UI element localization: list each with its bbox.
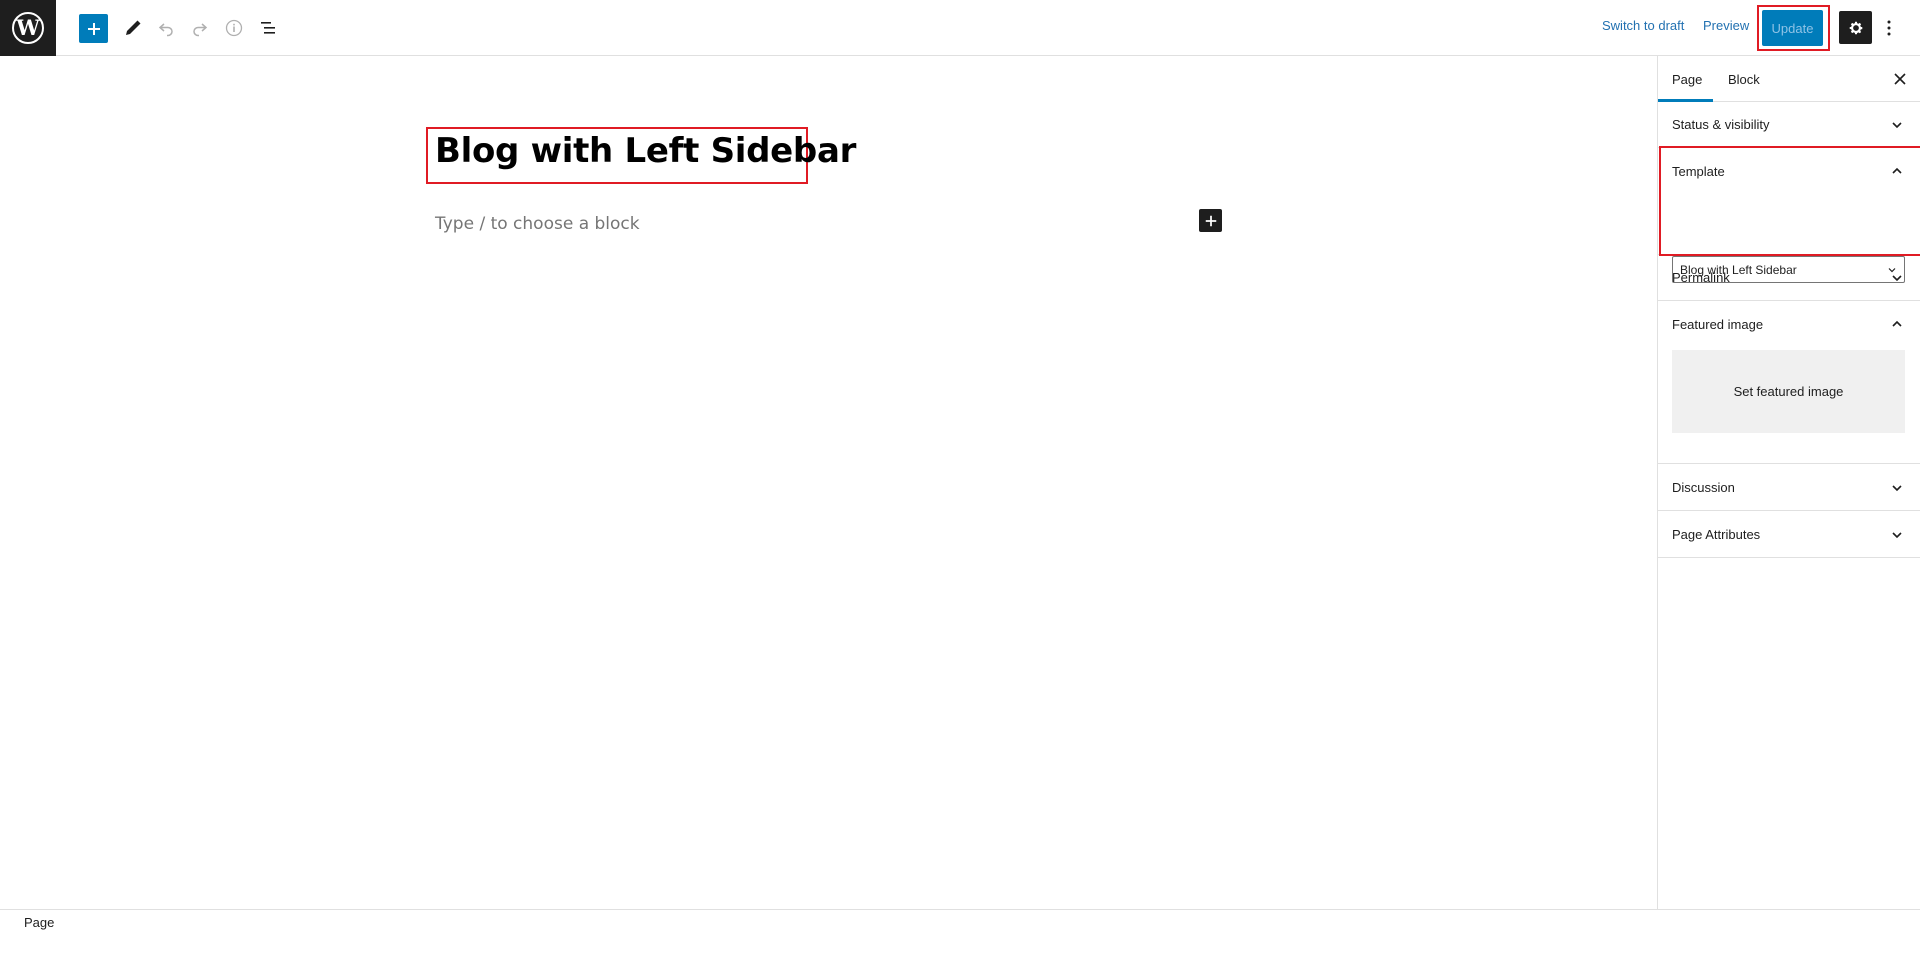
- wordpress-icon[interactable]: W: [0, 0, 56, 56]
- panel-title: Discussion: [1672, 480, 1735, 495]
- panel-featured-image: Featured image Set featured image: [1658, 301, 1920, 464]
- undo-button[interactable]: [150, 12, 182, 44]
- inline-block-inserter-button[interactable]: [1199, 209, 1222, 232]
- details-button[interactable]: [218, 12, 250, 44]
- page-title[interactable]: Blog with Left Sidebar: [435, 131, 856, 171]
- panel-discussion[interactable]: Discussion: [1658, 464, 1920, 511]
- list-view-icon: [261, 22, 275, 34]
- sidebar-tabs: Page Block: [1658, 56, 1920, 102]
- preview-button[interactable]: Preview: [1703, 18, 1749, 33]
- panel-title: Permalink: [1672, 270, 1730, 285]
- settings-button[interactable]: [1839, 11, 1872, 44]
- options-button[interactable]: [1878, 12, 1900, 44]
- tools-button[interactable]: [117, 12, 149, 44]
- redo-button[interactable]: [184, 12, 216, 44]
- set-featured-image-button[interactable]: Set featured image: [1672, 350, 1905, 433]
- block-placeholder[interactable]: Type / to choose a block: [435, 214, 640, 234]
- info-icon: [225, 19, 243, 37]
- plus-icon: [87, 22, 100, 35]
- more-vertical-icon: [1887, 20, 1891, 36]
- editor-footer: Page: [0, 909, 1920, 961]
- update-button[interactable]: Update: [1762, 10, 1823, 46]
- template-highlight: [1659, 146, 1920, 256]
- chevron-down-icon: [1892, 485, 1902, 492]
- panel-title: Page Attributes: [1672, 527, 1761, 542]
- breadcrumb[interactable]: Page: [24, 915, 54, 930]
- plus-icon: [1205, 215, 1216, 226]
- pencil-icon: [126, 20, 141, 35]
- tab-block[interactable]: Block: [1728, 56, 1760, 102]
- block-inserter-button[interactable]: [79, 14, 108, 43]
- list-view-button[interactable]: [252, 12, 284, 44]
- undo-icon: [158, 23, 173, 37]
- chevron-down-icon: [1892, 532, 1902, 539]
- panel-permalink[interactable]: Permalink: [1658, 255, 1920, 301]
- close-sidebar-button[interactable]: [1890, 69, 1910, 89]
- gear-icon: [1849, 21, 1862, 34]
- chevron-down-icon: [1892, 275, 1902, 282]
- tab-page[interactable]: Page: [1672, 56, 1705, 102]
- panel-title[interactable]: Featured image: [1672, 317, 1763, 332]
- svg-text:W: W: [15, 15, 40, 40]
- switch-to-draft-button[interactable]: Switch to draft: [1602, 18, 1684, 33]
- close-icon: [1894, 73, 1906, 85]
- chevron-down-icon: [1892, 122, 1902, 129]
- redo-icon: [193, 23, 208, 37]
- chevron-up-icon[interactable]: [1889, 316, 1905, 332]
- panel-title: Status & visibility: [1672, 117, 1770, 132]
- editor-header: W Switch to draft Preview Update: [0, 0, 1920, 56]
- panel-status-visibility[interactable]: Status & visibility: [1658, 102, 1920, 148]
- panel-page-attributes[interactable]: Page Attributes: [1658, 511, 1920, 558]
